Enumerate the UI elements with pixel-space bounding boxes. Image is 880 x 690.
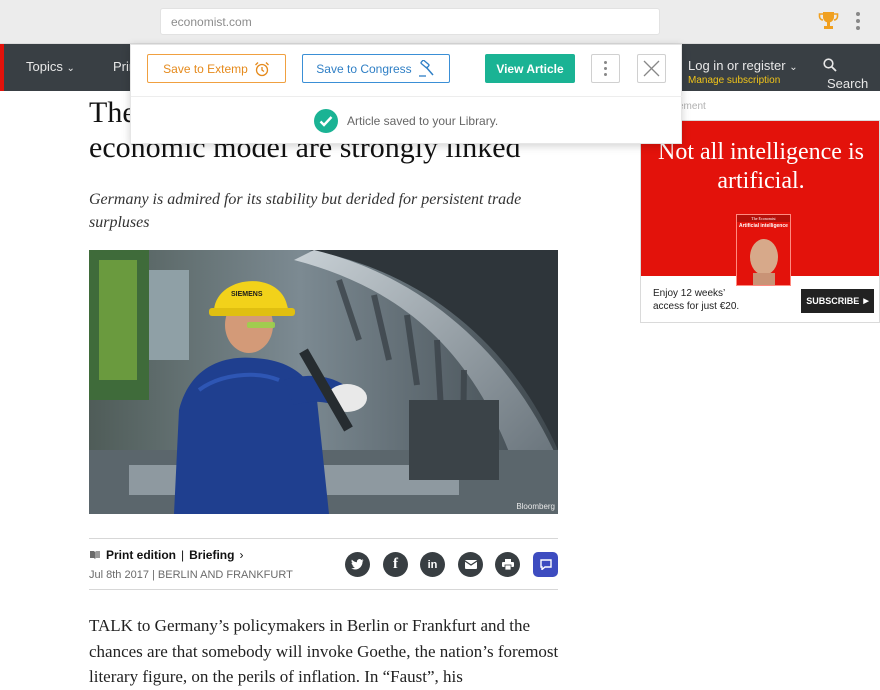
article-date: Jul 8th 2017	[89, 569, 149, 581]
magazine-cover: The Economist Artificial intelligence	[736, 214, 791, 286]
twitter-icon	[351, 559, 364, 570]
comment-icon	[539, 559, 552, 570]
nav-red-accent	[0, 44, 4, 91]
chevron-down-icon: ⌄	[66, 63, 75, 74]
trophy-icon[interactable]	[818, 11, 839, 35]
saved-confirmation: Article saved to your Library.	[314, 109, 498, 133]
twitter-share-button[interactable]	[345, 552, 370, 577]
image-credit: Bloomberg	[516, 502, 555, 511]
advertisement[interactable]: Not all intelligence is artificial. The …	[640, 120, 880, 323]
ad-headline: Not all intelligence is artificial.	[658, 139, 864, 194]
nav-topics[interactable]: Topics ⌄	[26, 59, 75, 74]
article-body: TALK to Germany’s policymakers in Berlin…	[89, 616, 559, 686]
comment-button[interactable]	[533, 552, 558, 577]
article-location: BERLIN AND FRANKFURT	[157, 569, 293, 581]
saved-message: Article saved to your Library.	[347, 114, 499, 128]
popup-more-icon[interactable]	[591, 54, 620, 83]
browser-menu-icon[interactable]	[850, 12, 866, 34]
helmet-label: SIEMENS	[231, 291, 263, 298]
url-text: economist.com	[171, 15, 252, 29]
chevron-down-icon: ⌄	[789, 62, 798, 73]
close-icon	[643, 60, 660, 77]
facebook-icon: f	[393, 556, 398, 572]
cover-brand: The Economist	[737, 215, 790, 222]
facebook-share-button[interactable]: f	[383, 552, 408, 577]
popup-close-button[interactable]	[637, 54, 666, 83]
article-dateline: Jul 8th 2017 | BERLIN AND FRANKFURT	[89, 569, 293, 581]
address-bar[interactable]: economist.com	[160, 8, 660, 35]
save-to-extemp-button[interactable]: Save to Extemp	[147, 54, 286, 83]
headline-line1: The	[89, 96, 136, 129]
article-meta-bar: Print edition | Briefing › Jul 8th 2017 …	[89, 538, 558, 590]
chevron-right-icon: ›	[239, 548, 244, 562]
check-circle-icon	[314, 109, 338, 133]
play-arrow-icon: ▶	[863, 298, 869, 305]
gavel-icon	[418, 59, 434, 77]
ad-offer: Enjoy 12 weeks’ access for just €20.	[653, 288, 740, 312]
email-share-button[interactable]	[458, 552, 483, 577]
subscribe-button[interactable]: SUBSCRIBE ▶	[801, 289, 874, 313]
manage-subscription-link[interactable]: Manage subscription	[688, 75, 780, 86]
save-article-popup: Save to Extemp Save to Congress View Art…	[130, 44, 683, 144]
printer-icon	[501, 559, 514, 570]
popup-divider	[131, 96, 683, 97]
alarm-clock-icon	[254, 61, 269, 76]
browser-toolbar: economist.com	[0, 0, 880, 44]
linkedin-share-button[interactable]: in	[420, 552, 445, 577]
search-icon	[823, 58, 837, 72]
section-breadcrumb[interactable]: Print edition | Briefing ›	[89, 548, 243, 562]
nav-login[interactable]: Log in or register ⌄	[688, 58, 798, 73]
article-hero-image: SIEMENS Bloomberg	[89, 250, 558, 514]
view-article-button[interactable]: View Article	[485, 54, 575, 83]
nav-search[interactable]: Search	[823, 57, 880, 93]
print-edition-icon	[90, 551, 100, 559]
mail-icon	[464, 560, 477, 569]
save-to-congress-button[interactable]: Save to Congress	[302, 54, 450, 83]
ad-label: ement	[678, 101, 706, 112]
linkedin-icon: in	[427, 558, 438, 571]
print-button[interactable]	[495, 552, 520, 577]
article-rubric: Germany is admired for its stability but…	[89, 191, 522, 231]
